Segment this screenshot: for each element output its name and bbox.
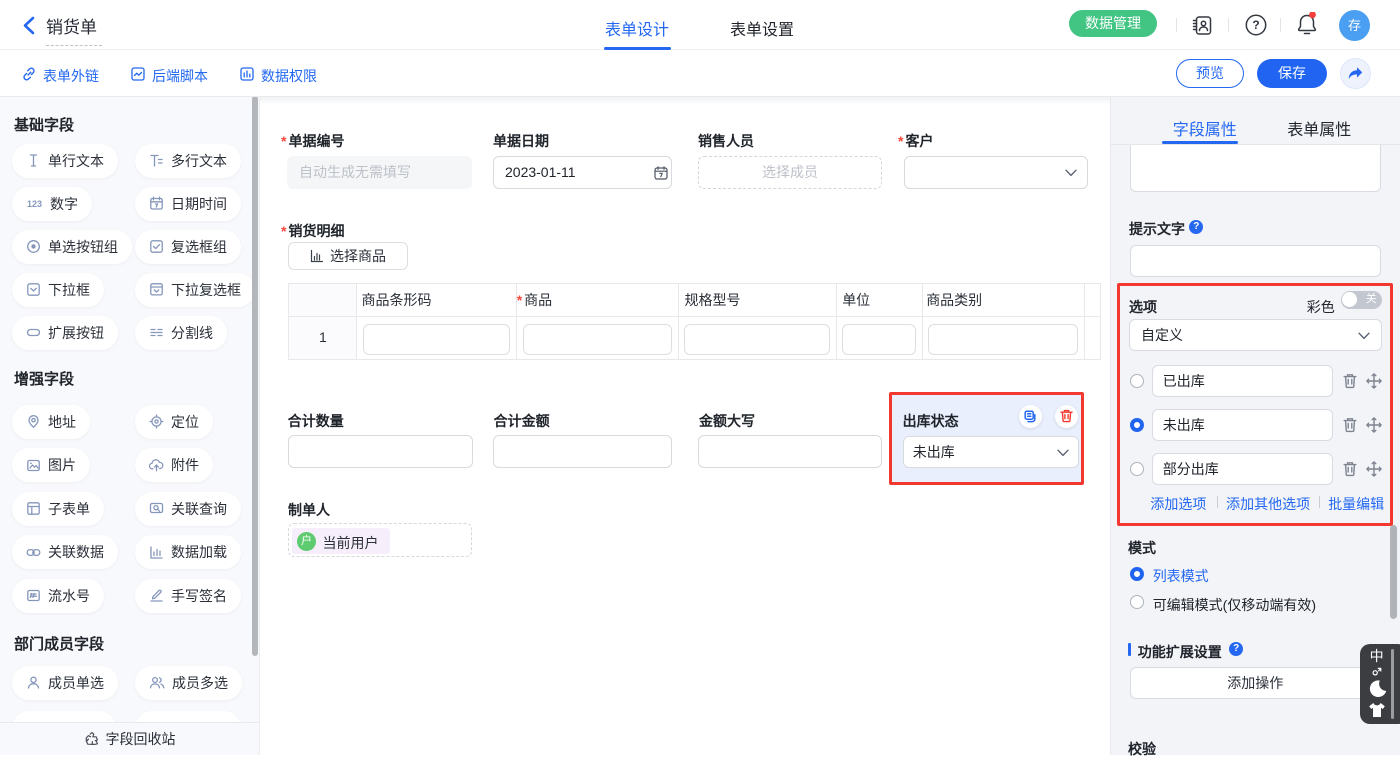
svg-text:?: ?	[1252, 18, 1259, 32]
svg-text:123: 123	[27, 199, 42, 209]
